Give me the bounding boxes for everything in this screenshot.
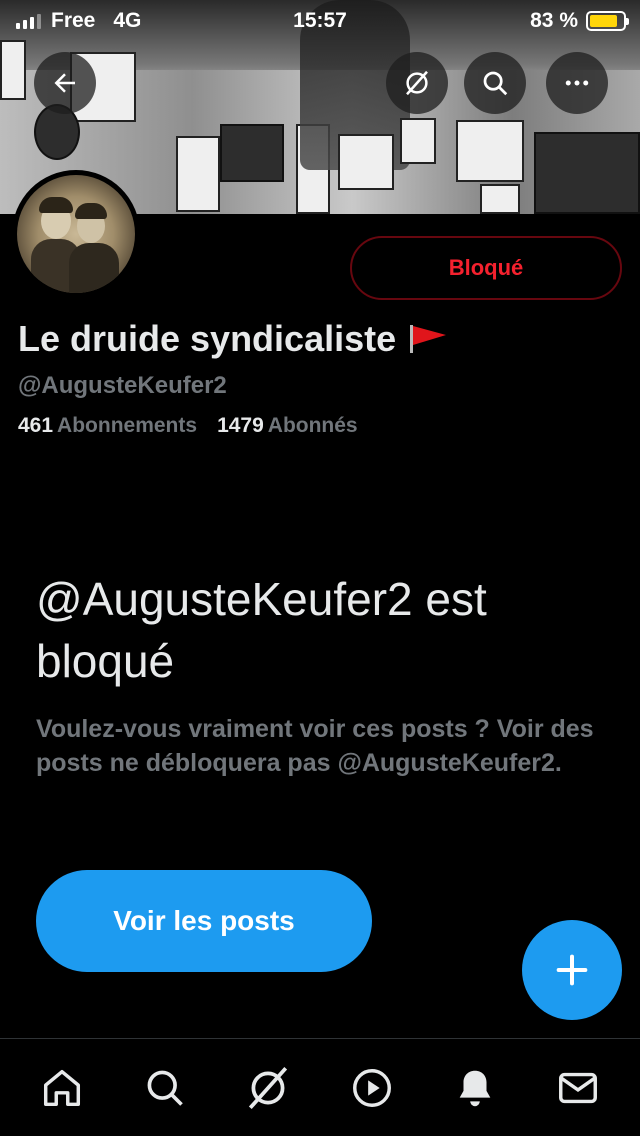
search-button[interactable]	[464, 52, 526, 114]
bell-icon	[459, 1070, 491, 1106]
following-count: 461	[18, 414, 54, 437]
blocked-button[interactable]: Bloqué	[350, 236, 622, 300]
tab-notifications[interactable]	[445, 1058, 505, 1118]
banner-poster	[480, 184, 520, 214]
banner-poster	[338, 134, 394, 190]
tab-messages[interactable]	[548, 1058, 608, 1118]
banner-poster	[176, 136, 220, 212]
profile-stats: 461 Abonnements 1479 Abonnés	[18, 414, 358, 438]
blocked-title: @AugusteKeufer2 est bloqué	[36, 573, 487, 687]
play-icon	[352, 1068, 391, 1107]
followers-link[interactable]: 1479 Abonnés	[217, 414, 358, 438]
grok-button[interactable]	[386, 52, 448, 114]
avatar[interactable]	[12, 170, 140, 298]
tab-bar	[0, 1038, 640, 1136]
followers-count: 1479	[217, 414, 264, 437]
banner-poster	[534, 132, 640, 214]
tab-home[interactable]	[32, 1058, 92, 1118]
banner-poster	[0, 40, 26, 100]
back-button[interactable]	[34, 52, 96, 114]
profile-handle: @AugusteKeufer2	[18, 372, 227, 399]
banner-poster	[400, 118, 436, 164]
status-bar: Free 4G 15:57 83 %	[0, 0, 640, 40]
status-right: 83 %	[530, 9, 629, 33]
battery-percent: 83 %	[530, 9, 578, 32]
home-icon	[43, 1069, 80, 1106]
followers-label: Abonnés	[267, 414, 358, 437]
tab-search[interactable]	[135, 1058, 195, 1118]
banner-poster	[220, 124, 284, 182]
tab-grok[interactable]	[238, 1058, 298, 1118]
compose-button[interactable]	[522, 920, 622, 1020]
mail-icon	[559, 1072, 598, 1103]
banner-poster	[456, 120, 524, 182]
red-flag-icon	[410, 325, 447, 353]
more-icon	[565, 80, 589, 86]
more-button[interactable]	[546, 52, 608, 114]
search-icon	[147, 1070, 183, 1106]
tab-video[interactable]	[342, 1058, 402, 1118]
battery-fill	[590, 15, 617, 27]
blocked-description: Voulez-vous vraiment voir ces posts ? Vo…	[36, 715, 594, 777]
display-name-text: Le druide syndicaliste	[18, 318, 397, 359]
arrow-left-icon	[54, 73, 75, 93]
grok-icon	[406, 70, 428, 96]
avatar-image	[17, 175, 135, 293]
following-label: Abonnements	[57, 414, 198, 437]
view-posts-button[interactable]: Voir les posts	[36, 870, 372, 972]
following-link[interactable]: 461 Abonnements	[18, 414, 197, 438]
plus-icon	[556, 954, 588, 986]
grok-icon	[249, 1066, 288, 1109]
battery-icon	[586, 11, 629, 31]
search-icon	[483, 71, 508, 96]
display-name: Le druide syndicaliste	[18, 318, 448, 360]
